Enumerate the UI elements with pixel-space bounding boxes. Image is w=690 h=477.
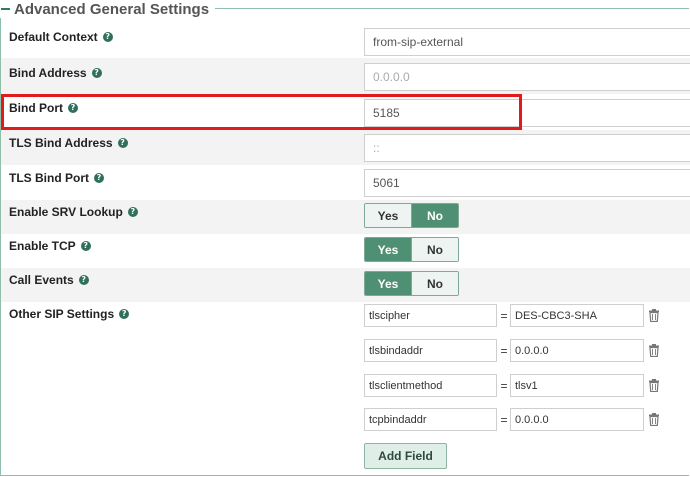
- sip-key-input[interactable]: tcpbindaddr: [364, 408, 497, 431]
- help-icon[interactable]: ?: [94, 173, 104, 183]
- row-enable-srv-lookup: Enable SRV Lookup ?: [1, 200, 690, 234]
- srv-lookup-toggle[interactable]: Yes No: [364, 203, 459, 228]
- call-events-yes-button[interactable]: Yes: [365, 272, 411, 295]
- tcp-toggle[interactable]: Yes No: [364, 237, 459, 262]
- label-call-events: Call Events ?: [9, 273, 89, 287]
- help-icon[interactable]: ?: [117, 138, 128, 148]
- default-context-input[interactable]: from-sip-external: [364, 28, 690, 56]
- call-events-no-button[interactable]: No: [411, 272, 458, 295]
- label-default-context: Default Context ?: [9, 30, 113, 44]
- equals-sign: =: [500, 378, 508, 393]
- srv-lookup-no-button[interactable]: No: [411, 204, 458, 227]
- equals-sign: =: [500, 308, 508, 323]
- label-enable-tcp: Enable TCP ?: [9, 239, 91, 253]
- row-enable-tcp: Enable TCP ?: [1, 234, 690, 268]
- trash-icon[interactable]: [648, 413, 660, 426]
- help-icon[interactable]: ?: [127, 207, 138, 217]
- label-bind-address: Bind Address ?: [9, 66, 102, 80]
- sip-key-input[interactable]: tlsbindaddr: [364, 339, 497, 362]
- help-icon[interactable]: ?: [78, 275, 89, 285]
- bind-port-input[interactable]: 5185: [364, 99, 690, 127]
- tcp-yes-button[interactable]: Yes: [365, 238, 411, 261]
- add-field-button[interactable]: Add Field: [364, 443, 447, 469]
- row-call-events: Call Events ?: [1, 268, 690, 302]
- tcp-no-button[interactable]: No: [411, 238, 458, 261]
- sip-key-input[interactable]: tlscipher: [364, 304, 497, 327]
- section-legend[interactable]: Advanced General Settings: [0, 0, 216, 18]
- label-other-sip-settings: Other SIP Settings ?: [9, 307, 130, 321]
- sip-value-input[interactable]: DES-CBC3-SHA: [510, 304, 644, 327]
- help-icon[interactable]: ?: [102, 32, 113, 42]
- sip-value-input[interactable]: 0.0.0.0: [510, 408, 644, 431]
- label-bind-port: Bind Port ?: [9, 101, 78, 115]
- sip-key-input[interactable]: tlsclientmethod: [364, 374, 497, 397]
- trash-icon[interactable]: [648, 344, 660, 357]
- label-tls-bind-port: TLS Bind Port ?: [9, 171, 104, 185]
- call-events-toggle[interactable]: Yes No: [364, 271, 459, 296]
- equals-sign: =: [500, 412, 508, 427]
- label-tls-bind-address: TLS Bind Address ?: [9, 136, 128, 150]
- help-icon[interactable]: ?: [80, 241, 91, 251]
- sip-value-input[interactable]: 0.0.0.0: [510, 339, 644, 362]
- collapse-dash-icon[interactable]: [1, 8, 10, 10]
- label-enable-srv-lookup: Enable SRV Lookup ?: [9, 205, 138, 219]
- trash-icon[interactable]: [648, 379, 660, 392]
- trash-icon[interactable]: [648, 309, 660, 322]
- help-icon[interactable]: ?: [91, 68, 102, 78]
- help-icon[interactable]: ?: [119, 309, 130, 319]
- srv-lookup-yes-button[interactable]: Yes: [365, 204, 411, 227]
- tls-bind-address-input[interactable]: ::: [364, 134, 690, 162]
- help-icon[interactable]: ?: [68, 103, 78, 113]
- sip-value-input[interactable]: tlsv1: [510, 374, 644, 397]
- bind-address-input[interactable]: 0.0.0.0: [364, 63, 690, 91]
- section-title: Advanced General Settings: [14, 0, 210, 18]
- tls-bind-port-input[interactable]: 5061: [364, 169, 690, 197]
- equals-sign: =: [500, 343, 508, 358]
